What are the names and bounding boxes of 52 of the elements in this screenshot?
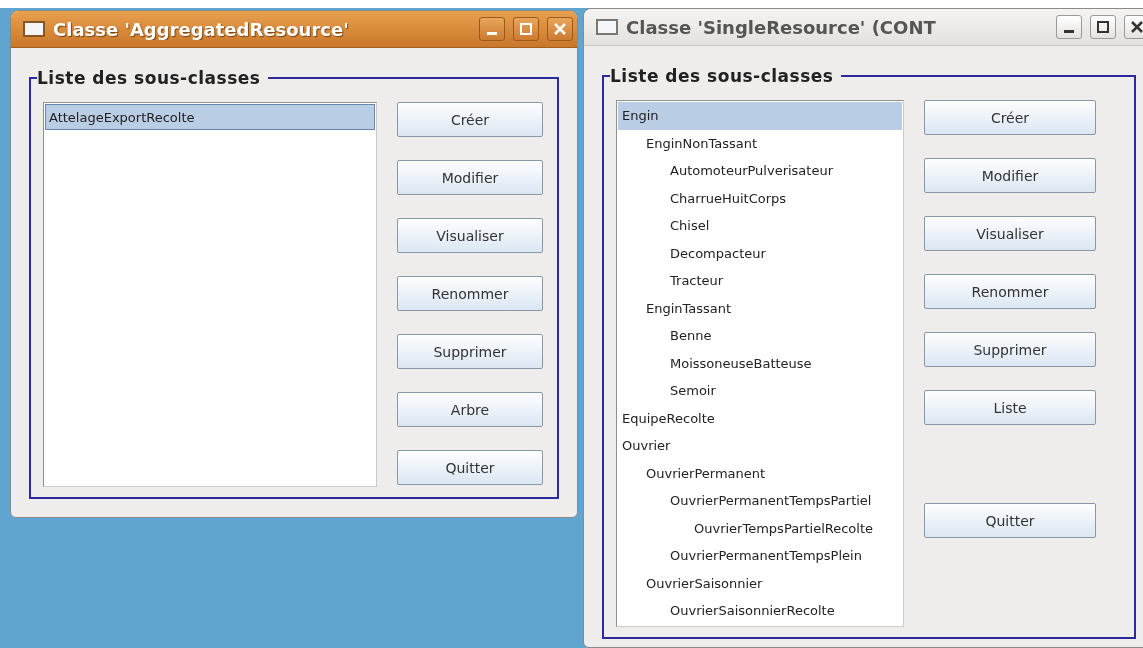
list-item[interactable]: CharrueHuitCorps [618,184,902,212]
list-item[interactable]: Engin [618,102,902,130]
list-item[interactable]: OuvrierSaisonnier [618,569,902,597]
group-title: Liste des sous-classes [610,66,835,86]
window-title: Classe 'SingleResource' (CONT [626,16,937,38]
list-item[interactable]: Tracteur [618,267,902,295]
list-item[interactable]: AutomoteurPulverisateur [618,157,902,185]
list-item[interactable]: EnginTassant [618,294,902,322]
action-button[interactable]: Supprimer [924,332,1096,367]
list-item[interactable]: OuvrierPermanentTempsPartiel [618,487,902,515]
action-button[interactable]: Liste [924,390,1096,425]
list-item[interactable]: OuvrierTempsPartielRecolte [618,514,902,542]
close-button[interactable] [1124,15,1143,39]
list-item[interactable]: Decompacteur [618,239,902,267]
minimize-button[interactable] [479,17,505,41]
list-item[interactable]: OuvrierPermanentTempsPlein [618,542,902,570]
maximize-icon [1096,20,1110,34]
action-button[interactable]: Visualiser [397,218,543,253]
action-button[interactable]: Modifier [397,160,543,195]
list-item[interactable]: EquipeRecolte [618,404,902,432]
close-icon [553,22,567,36]
minimize-icon [1064,29,1074,33]
action-button[interactable]: Renommer [397,276,543,311]
window-icon [596,19,618,35]
action-button[interactable]: Supprimer [397,334,543,369]
close-icon [1130,20,1143,34]
list-item[interactable]: OuvrierPermanent [618,459,902,487]
maximize-button[interactable] [513,17,539,41]
close-button[interactable] [547,17,573,41]
minimize-icon [487,31,497,35]
action-button[interactable]: Quitter [924,503,1096,538]
list-item[interactable]: MoissoneuseBatteuse [618,349,902,377]
action-button[interactable]: Visualiser [924,216,1096,251]
action-button[interactable]: Renommer [924,274,1096,309]
action-button[interactable]: Arbre [397,392,543,427]
window-title: Classe 'AggregatedResource' [53,18,350,40]
maximize-button[interactable] [1090,15,1116,39]
list-item[interactable]: Ouvrier [618,432,902,460]
list-item[interactable]: OuvrierSaisonnierRecolte [618,597,902,625]
action-button[interactable]: Quitter [397,450,543,485]
maximize-icon [519,22,533,36]
list-item[interactable]: EnginNonTassant [618,129,902,157]
window-icon [23,21,45,37]
minimize-button[interactable] [1056,15,1082,39]
list-item[interactable]: AttelageExportRecolte [45,104,375,130]
action-button[interactable]: Modifier [924,158,1096,193]
action-button[interactable]: Créer [397,102,543,137]
action-button[interactable]: Créer [924,100,1096,135]
list-item[interactable]: Chisel [618,212,902,240]
list-item[interactable]: Semoir [618,377,902,405]
group-title: Liste des sous-classes [37,68,262,88]
list-item[interactable]: Benne [618,322,902,350]
